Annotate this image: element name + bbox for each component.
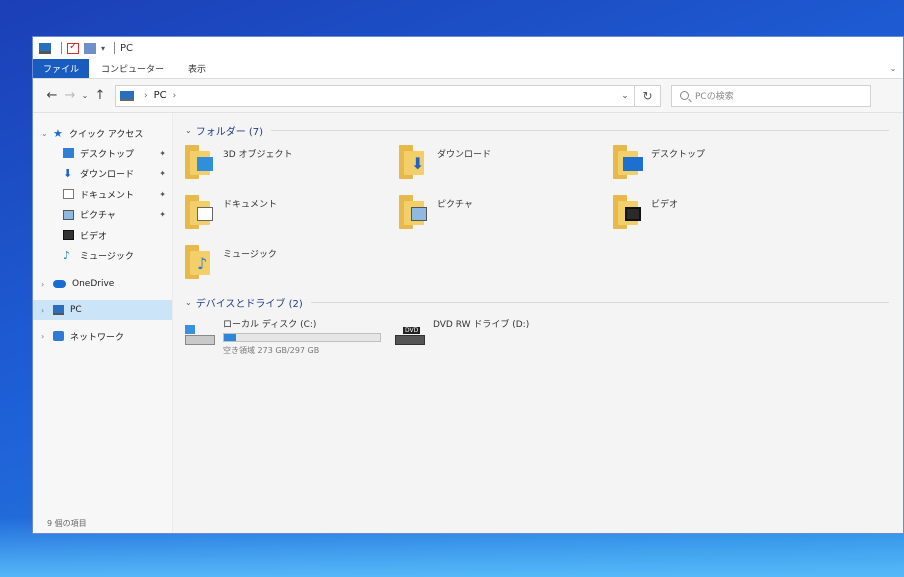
ribbon-tabs: ファイル コンピューター 表示 ⌄: [33, 59, 903, 79]
downloads-folder-icon: ⬇: [399, 143, 429, 179]
folder-desktop[interactable]: デスクトップ: [613, 143, 827, 187]
file-explorer-window: ▾ PC ファイル コンピューター 表示 ⌄ ← → ⌄ ↑ › PC › ⌄ …: [32, 36, 904, 534]
sidebar-item-pictures[interactable]: ピクチャ ✦: [33, 205, 172, 226]
chevron-right-icon[interactable]: ›: [41, 306, 53, 315]
sidebar-item-music[interactable]: ♪ ミュージック: [33, 246, 172, 267]
drive-free-space: 空き領域 273 GB/297 GB: [223, 346, 320, 355]
chevron-right-icon[interactable]: ›: [41, 332, 53, 341]
drive-dvd-d[interactable]: DVD DVD RW ドライブ (D:): [395, 317, 529, 356]
new-folder-icon[interactable]: [84, 42, 96, 54]
drives-group-header[interactable]: ⌄ デバイスとドライブ (2): [185, 293, 903, 311]
drives-list: ローカル ディスク (C:) 空き領域 273 GB/297 GB DVD DV…: [185, 317, 903, 356]
sidebar-item-quick-access[interactable]: ⌄ ★ クイック アクセス: [33, 123, 172, 143]
drive-label: ローカル ディスク (C:): [223, 320, 317, 330]
windows-logo-icon: [185, 325, 195, 334]
chevron-right-icon[interactable]: ›: [41, 280, 53, 289]
content-pane: ⌄ フォルダー (7) 3D オブジェクト ⬇ ダウンロード デスクトップ ドキ…: [173, 113, 903, 533]
breadcrumb-separator[interactable]: ›: [173, 91, 177, 101]
dvd-drive-icon: DVD: [395, 325, 425, 349]
breadcrumb-separator[interactable]: ›: [144, 91, 148, 101]
navigation-pane: ⌄ ★ クイック アクセス デスクトップ ✦ ⬇ ダウンロード ✦ ドキュメント…: [33, 113, 173, 533]
picture-icon: [63, 209, 74, 220]
pc-icon: [120, 90, 134, 101]
desktop-icon: [63, 148, 74, 159]
tab-view[interactable]: 表示: [176, 59, 218, 78]
hard-drive-icon: [185, 325, 215, 349]
sidebar-item-desktop[interactable]: デスクトップ ✦: [33, 143, 172, 164]
customize-toolbar-chevron-icon[interactable]: ▾: [101, 44, 105, 53]
drive-usage-bar: [223, 333, 381, 342]
chevron-down-icon[interactable]: ⌄: [185, 126, 192, 135]
drive-usage-fill: [224, 334, 237, 341]
title-bar: ▾ PC: [33, 37, 903, 59]
chevron-down-icon[interactable]: ⌄: [185, 298, 192, 307]
navigation-bar: ← → ⌄ ↑ › PC › ⌄ ↻ PCの検索: [33, 79, 903, 113]
toolbar-separator: [114, 42, 116, 54]
back-button[interactable]: ←: [43, 88, 61, 103]
chevron-down-icon[interactable]: ⌄: [41, 129, 53, 138]
tab-computer[interactable]: コンピューター: [89, 59, 176, 78]
properties-icon[interactable]: [67, 41, 79, 54]
download-icon: ⬇: [63, 166, 73, 180]
window-title: PC: [120, 42, 134, 54]
drive-local-disk-c[interactable]: ローカル ディスク (C:) 空き領域 273 GB/297 GB: [185, 317, 395, 356]
search-icon: [680, 91, 689, 100]
pc-icon: [53, 305, 64, 315]
sidebar-item-network[interactable]: › ネットワーク: [33, 326, 172, 346]
breadcrumb-pc[interactable]: PC: [154, 90, 167, 101]
status-item-count: 9 個の項目: [47, 519, 87, 528]
refresh-button[interactable]: ↻: [635, 84, 661, 107]
sidebar-item-onedrive[interactable]: › OneDrive: [33, 274, 172, 294]
pin-icon: ✦: [159, 210, 166, 220]
sidebar-item-documents[interactable]: ドキュメント ✦: [33, 184, 172, 205]
group-divider: [310, 301, 889, 303]
3d-objects-icon: [185, 143, 215, 179]
expand-ribbon-icon[interactable]: ⌄: [883, 59, 903, 78]
folder-music[interactable]: ♪ ミュージック: [185, 243, 399, 287]
pin-icon: ✦: [159, 169, 166, 179]
desktop-folder-icon: [613, 143, 643, 179]
folders-grid: 3D オブジェクト ⬇ ダウンロード デスクトップ ドキュメント ピクチャ ビデ…: [185, 143, 903, 287]
videos-folder-icon: [613, 193, 643, 229]
tab-file[interactable]: ファイル: [33, 59, 90, 78]
toolbar-separator: [61, 42, 62, 54]
video-icon: [63, 230, 74, 241]
network-icon: [53, 331, 64, 341]
up-button[interactable]: ↑: [91, 88, 109, 103]
drive-label: DVD RW ドライブ (D:): [433, 320, 530, 330]
documents-folder-icon: [185, 193, 215, 229]
sidebar-item-downloads[interactable]: ⬇ ダウンロード ✦: [33, 164, 172, 185]
forward-button[interactable]: →: [61, 88, 79, 103]
address-bar[interactable]: › PC › ⌄: [115, 84, 635, 107]
document-icon: [63, 189, 74, 200]
dvd-badge: DVD: [403, 327, 421, 334]
folder-videos[interactable]: ビデオ: [613, 193, 827, 237]
pictures-folder-icon: [399, 193, 429, 229]
sidebar-item-pc[interactable]: › PC: [33, 300, 172, 320]
pc-icon: [39, 42, 51, 54]
folder-downloads[interactable]: ⬇ ダウンロード: [399, 143, 613, 187]
music-folder-icon: ♪: [185, 243, 215, 279]
folder-3d-objects[interactable]: 3D オブジェクト: [185, 143, 399, 187]
folder-documents[interactable]: ドキュメント: [185, 193, 399, 237]
address-history-chevron-icon[interactable]: ⌄: [616, 91, 634, 101]
pin-icon: ✦: [159, 148, 166, 158]
folder-pictures[interactable]: ピクチャ: [399, 193, 613, 237]
recent-locations-chevron-icon[interactable]: ⌄: [79, 91, 91, 100]
cloud-icon: [53, 280, 66, 288]
folders-group-header[interactable]: ⌄ フォルダー (7): [185, 121, 903, 139]
music-icon: ♪: [63, 248, 71, 262]
sidebar-item-videos[interactable]: ビデオ: [33, 225, 172, 246]
group-divider: [271, 129, 889, 131]
pin-icon: ✦: [159, 189, 166, 199]
search-input[interactable]: PCの検索: [671, 84, 871, 107]
search-placeholder: PCの検索: [695, 92, 734, 102]
star-icon: ★: [53, 126, 63, 140]
